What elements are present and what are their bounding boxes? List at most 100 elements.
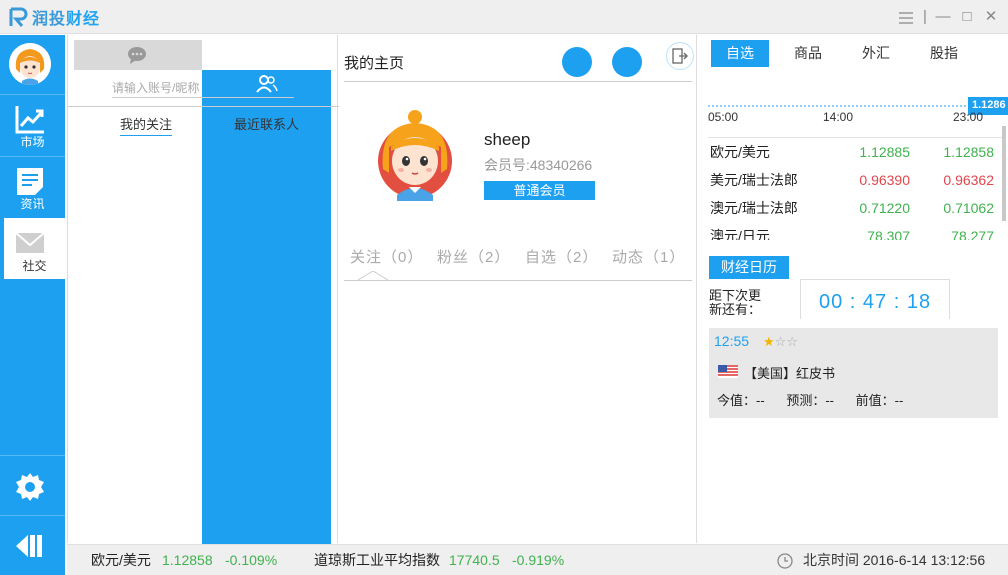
tab-contacts[interactable] [202,70,331,575]
member-number: 会员号:48340266 [484,157,593,173]
quote-ask: 78.277 [951,228,994,240]
exit-button[interactable] [0,515,65,575]
username: sheep [484,130,531,149]
quote-ask: 0.96362 [943,172,994,188]
ticker-2-price: 17740.5 [449,552,500,568]
hamburger-icon[interactable] [896,6,916,28]
chart-time-2: 23:00 [953,110,984,124]
previous-label: 前值： [855,393,895,408]
chart-trend-icon [15,106,44,134]
beijing-time: 北京时间 2016-6-14 13:12:56 [803,552,986,568]
logo-text-a: 润投 [32,11,67,28]
countdown-text: 00 : 47 : 18 [819,291,932,313]
divider [344,81,692,82]
contacts-panel: 我的关注 最近联系人 [67,35,339,575]
timer-frame [801,279,949,289]
quote-bid: 0.96390 [859,172,910,188]
quote-name: 澳元/瑞士法郎 [710,200,798,216]
quote-row[interactable]: 美元/瑞士法郎 0.96390 0.96362 [710,166,1002,194]
event-title: 【美国】红皮书 [744,366,836,381]
quote-row[interactable]: 澳元/日元 78.307 78.277 [710,222,1002,240]
quote-bid: 0.71220 [859,200,910,216]
star-empty-icon: ☆ [774,334,787,349]
logo-text-b: 财经 [66,11,101,28]
user-avatar[interactable] [9,43,51,85]
chart-time-1: 14:00 [823,110,854,124]
exit-icon [16,535,42,557]
tab-chat[interactable] [74,40,202,70]
member-level-badge: 普通会员 [484,181,595,200]
logo-r-icon [8,6,30,28]
active-tab-indicator [358,271,388,281]
quotes-scrollbar[interactable] [1002,126,1006,221]
quote-name: 美元/瑞士法郎 [710,172,798,188]
nav-label-news: 资讯 [20,197,45,211]
quote-bid: 78.307 [867,228,910,240]
nav-item-social[interactable]: 社交 [4,218,65,279]
actual-value: -- [756,393,765,408]
quote-row[interactable]: 澳元/瑞士法郎 0.71220 0.71062 [710,194,1002,222]
mail-icon [15,232,45,253]
quote-ask: 1.12858 [943,144,994,160]
us-flag-icon [718,365,738,378]
tab-commodities[interactable]: 商品 [780,40,836,67]
title-divider: | [923,8,927,25]
chat-bubble-icon [128,47,146,64]
gear-icon [16,473,44,501]
status-bar: 欧元/美元 1.12858 -0.109% 道琼斯工业平均指数 17740.5 … [67,544,1008,575]
stat-watchlist[interactable]: 自选（2） [525,246,598,267]
market-panel: 自选 商品 外汇 股指 1.1286 05:00 14:00 23:00 欧元/… [700,35,1008,543]
price-sparkline: 1.1286 05:00 14:00 23:00 [708,75,1008,130]
previous-value: -- [894,393,904,408]
tab-indices[interactable]: 股指 [916,40,972,67]
tab-my-follows[interactable]: 我的关注 [120,114,173,136]
maximize-button[interactable]: □ [956,6,978,28]
calendar-event-card[interactable]: 12:55 ★☆☆ 【美国】红皮书 今值：-- 预测：-- 前值：-- [709,328,998,418]
chart-time-0: 05:00 [708,110,739,124]
nav-item-market[interactable]: 市场 [0,94,65,155]
star-empty-icon: ☆ [786,334,798,349]
ticker-2-name: 道琼斯工业平均指数 [314,552,440,568]
ticker-2-change: -0.919% [512,552,565,568]
quote-bid: 1.12885 [859,144,910,160]
stats-divider [344,280,692,281]
tab-forex[interactable]: 外汇 [848,40,904,67]
profile-panel: 我的主页 sheep 会员号:48340266 普通会员 关注（0） 粉丝（2）… [340,35,697,543]
stat-follows[interactable]: 关注（0） [350,246,423,267]
nav-item-news[interactable]: 资讯 [0,156,65,217]
forecast-label: 预测： [786,393,826,408]
forecast-value: -- [825,393,834,408]
ticker-1-change: -0.109% [225,552,278,568]
economic-calendar-button[interactable]: 财经日历 [709,256,789,279]
event-time: 12:55 [714,333,750,349]
logout-icon [672,48,688,64]
quote-ask: 0.71062 [943,200,994,216]
profile-action-button-1[interactable] [562,47,592,77]
importance-stars: ★☆☆ [763,334,798,350]
title-bar: 润投财经 | — □ ✕ [0,0,1008,34]
quote-name: 澳元/日元 [710,228,770,240]
app-logo: 润投财经 [8,6,100,28]
stat-fans[interactable]: 粉丝（2） [437,246,510,267]
minimize-button[interactable]: — [932,6,954,28]
search-input[interactable] [112,78,294,98]
ticker-1-name: 欧元/美元 [91,552,151,568]
close-button[interactable]: ✕ [980,6,1002,28]
settings-button[interactable] [0,455,65,515]
tab-watchlist[interactable]: 自选 [711,40,769,67]
logout-button[interactable] [666,42,694,70]
quote-row[interactable]: 欧元/美元 1.12885 1.12858 [710,138,1002,166]
countdown-timer: 00 : 47 : 18 [800,279,950,319]
profile-action-button-2[interactable] [612,47,642,77]
stat-posts[interactable]: 动态（1） [612,246,685,267]
nav-label-social: 社交 [22,259,47,273]
tab-recent-contacts[interactable]: 最近联系人 [234,114,299,136]
profile-avatar [377,109,453,201]
ticker-1-price: 1.12858 [162,552,213,568]
document-icon [17,168,43,195]
next-update-label: 距下次更新还有： [709,288,762,317]
clock-icon [777,553,793,569]
star-filled-icon: ★ [763,334,775,349]
page-title: 我的主页 [344,55,405,72]
nav-label-market: 市场 [20,135,45,149]
